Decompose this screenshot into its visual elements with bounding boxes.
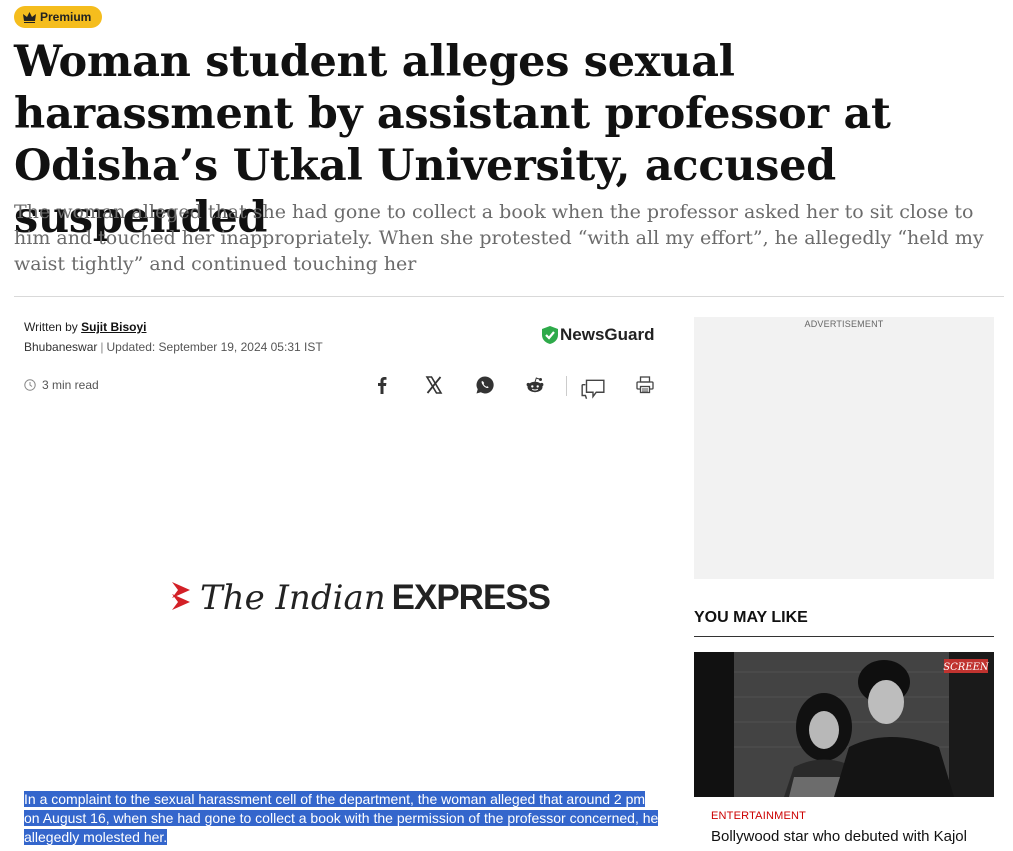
card-category: ENTERTAINMENT	[711, 810, 807, 822]
crown-icon	[23, 11, 36, 23]
card-title[interactable]: Bollywood star who debuted with Kajol	[711, 828, 967, 845]
author-link[interactable]: Sujit Bisoyi	[81, 320, 146, 334]
screen-tag: SCREEN	[943, 662, 990, 673]
clock-icon	[24, 379, 36, 391]
share-separator	[566, 376, 567, 396]
comment-icon	[581, 379, 605, 399]
logo-text-express: EXPRESS	[391, 578, 551, 617]
whatsapp-icon	[476, 376, 494, 394]
recommended-card-image[interactable]: SCREEN	[694, 652, 994, 797]
x-share-button[interactable]	[421, 372, 447, 398]
photo-illustration: SCREEN	[694, 652, 994, 797]
location: Bhubaneswar	[24, 340, 98, 354]
byline-prefix: Written by	[24, 320, 78, 334]
premium-label: Premium	[40, 10, 92, 24]
print-button[interactable]	[632, 372, 658, 398]
recommended-card-text[interactable]: ENTERTAINMENT Bollywood star who debuted…	[701, 800, 987, 851]
shield-check-icon	[542, 326, 558, 344]
premium-badge[interactable]: Premium	[14, 6, 103, 28]
comments-button[interactable]	[578, 374, 608, 404]
x-icon	[425, 376, 443, 394]
reddit-icon	[526, 377, 544, 393]
caption-text: In a complaint to the sexual harassment …	[24, 791, 659, 845]
you-may-like-heading: YOU MAY LIKE	[694, 609, 808, 626]
facebook-share-button[interactable]	[369, 372, 395, 398]
read-time: 3 min read	[24, 378, 99, 392]
updated-time: Updated: September 19, 2024 05:31 IST	[106, 340, 323, 354]
whatsapp-share-button[interactable]	[472, 372, 498, 398]
byline: Written by Sujit Bisoyi	[24, 320, 146, 334]
divider	[14, 296, 1004, 297]
newsguard-label: NewsGuard	[560, 325, 655, 344]
image-caption: In a complaint to the sexual harassment …	[24, 790, 664, 847]
advertisement-slot[interactable]: ADVERTISEMENT	[694, 317, 994, 579]
ad-label: ADVERTISEMENT	[804, 319, 884, 329]
article-subhead: The woman alleged that she had gone to c…	[14, 201, 984, 275]
logo-text-the-indian: The Indian	[200, 578, 386, 618]
indian-express-mark-icon	[172, 582, 190, 610]
newsguard-badge[interactable]: NewsGuard	[542, 325, 654, 345]
facebook-icon	[378, 377, 387, 394]
you-may-like-divider	[694, 636, 994, 637]
print-icon	[636, 376, 654, 394]
reddit-share-button[interactable]	[522, 372, 548, 398]
indian-express-logo: The Indian EXPRESS	[168, 578, 551, 618]
dateline: Bhubaneswar | Updated: September 19, 2024 …	[24, 340, 323, 354]
read-time-label: 3 min read	[42, 378, 99, 392]
